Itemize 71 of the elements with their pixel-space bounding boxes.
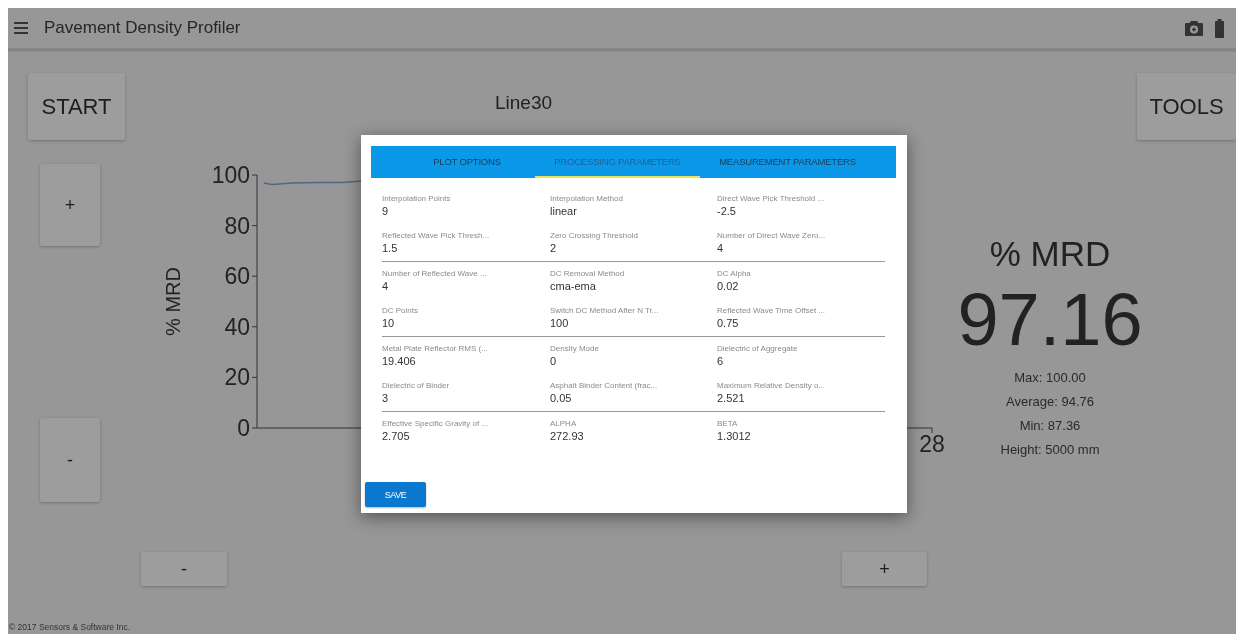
zoom-out-button[interactable]: - <box>40 418 100 502</box>
field-label: Maximum Relative Density o... <box>717 380 827 391</box>
field-value[interactable]: linear <box>550 204 717 218</box>
field-value[interactable]: 10 <box>382 316 550 330</box>
field-label: Metal Plate Reflector RMS (... <box>382 343 489 354</box>
field-value[interactable]: 0.02 <box>717 279 885 293</box>
x-tick-label: 28 <box>919 431 945 457</box>
field-label: Asphalt Binder Content (frac... <box>550 380 659 391</box>
camera-icon[interactable] <box>1185 20 1203 36</box>
y-tick-label: 100 <box>211 162 250 188</box>
field-label: BETA <box>717 418 739 429</box>
y-tick-label: 60 <box>224 263 250 290</box>
field-label: Density Mode <box>550 343 600 354</box>
y-tick-label: 40 <box>224 313 250 340</box>
field-value[interactable]: 6 <box>717 354 885 368</box>
field-value[interactable]: 4 <box>382 279 550 293</box>
field-label: DC Removal Method <box>550 268 626 279</box>
field-label: Direct Wave Pick Threshold ... <box>717 193 826 204</box>
field-value[interactable]: 19.406 <box>382 354 550 368</box>
field-label: DC Points <box>382 305 419 316</box>
pan-right-button[interactable]: + <box>842 552 927 586</box>
field-value[interactable]: 4 <box>717 241 885 255</box>
field-value[interactable]: -2.5 <box>717 204 885 218</box>
copyright-text: © 2017 Sensors & Software Inc. <box>9 622 132 632</box>
field-label: Interpolation Points <box>382 193 452 204</box>
start-button[interactable]: START <box>28 73 125 140</box>
app-title: Pavement Density Profiler <box>44 18 242 38</box>
tab[interactable]: PLOT OPTIONS <box>399 146 535 178</box>
field-value[interactable]: 2.705 <box>382 429 550 443</box>
field-label: Reflected Wave Pick Thresh... <box>382 230 491 241</box>
tab[interactable]: MEASUREMENT PARAMETERS <box>700 146 875 178</box>
save-button[interactable]: SAVE <box>365 482 426 507</box>
field-label: Number of Direct Wave Zero... <box>717 230 827 241</box>
field-label: ALPHA <box>550 418 578 429</box>
readout-heading: % MRD <box>989 234 1111 274</box>
field-label: Number of Reflected Wave ... <box>382 268 488 279</box>
field-label: Effective Specific Gravity of ... <box>382 418 490 429</box>
y-tick-label: 80 <box>224 212 250 239</box>
field-value[interactable]: 1.5 <box>382 241 550 255</box>
field-value[interactable]: 3 <box>382 391 550 405</box>
field-value[interactable]: cma-ema <box>550 279 717 293</box>
field-value[interactable]: 0 <box>550 354 717 368</box>
field-value[interactable]: 0.05 <box>550 391 717 405</box>
tools-button[interactable]: TOOLS <box>1137 73 1236 140</box>
y-tick-label: 0 <box>237 415 250 441</box>
plot-title: Line30 <box>495 92 554 114</box>
stat-text: Max: 100.00 <box>1014 369 1086 387</box>
menu-icon[interactable] <box>14 22 28 34</box>
field-label: Switch DC Method After N Tr... <box>550 305 660 316</box>
field-label: Dielectric of Binder <box>382 380 451 391</box>
pan-left-button[interactable]: - <box>141 552 227 586</box>
stat-text: Min: 87.36 <box>1019 417 1081 435</box>
field-value[interactable]: 272.93 <box>550 429 717 443</box>
field-label: Reflected Wave Time Offset ... <box>717 305 827 316</box>
field-label: Zero Crossing Threshold <box>550 230 639 241</box>
field-label: DC Alpha <box>717 268 752 279</box>
field-value[interactable]: 100 <box>550 316 717 330</box>
stat-text: Average: 94.76 <box>1006 393 1094 411</box>
stat-text: Height: 5000 mm <box>1000 441 1100 459</box>
zoom-in-button[interactable]: + <box>40 164 100 246</box>
field-value[interactable]: 2.521 <box>717 391 885 405</box>
y-tick-label: 20 <box>224 364 250 391</box>
readout-value: 97.16 <box>957 280 1143 360</box>
y-axis-label: % MRD <box>162 267 184 336</box>
field-value[interactable]: 0.75 <box>717 316 885 330</box>
field-value[interactable]: 2 <box>550 241 717 255</box>
field-label: Dielectric of Aggregate <box>717 343 799 354</box>
battery-icon <box>1215 18 1224 38</box>
field-value[interactable]: 9 <box>382 204 550 218</box>
field-value[interactable]: 1.3012 <box>717 429 885 443</box>
field-label: Interpolation Method <box>550 193 624 204</box>
